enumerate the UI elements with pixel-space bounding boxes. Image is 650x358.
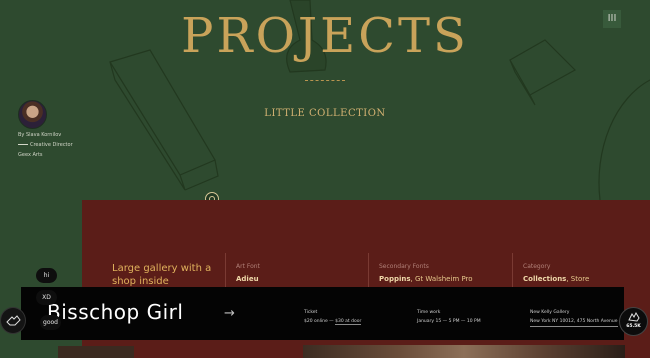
tag-xd[interactable]: XD <box>36 290 57 305</box>
tag-hi[interactable]: hi <box>36 268 57 283</box>
like-count: 65.5K <box>626 324 641 329</box>
role-dash <box>18 144 28 145</box>
category-value-main: Collections <box>523 275 567 283</box>
category-label: Category <box>523 263 551 270</box>
project-name[interactable]: Bisschop Girl <box>47 300 183 324</box>
tag-good[interactable]: good <box>40 315 61 330</box>
ticket-label: Ticket <box>304 310 318 315</box>
ticket-value: $20 online — $30 at door <box>304 317 362 326</box>
ticket-door-link[interactable]: $30 at door <box>335 319 362 325</box>
ticket-info: Ticket $20 online — $30 at door <box>304 308 362 326</box>
art-font-value-main: Adieu <box>236 275 259 283</box>
gallery-address[interactable]: New York NY 10012, 475 North Avenue <box>530 317 618 327</box>
category-value-rest: , Store <box>566 275 590 283</box>
author-info: By Slava Kornilov Creative Director Geex… <box>18 130 73 160</box>
author-name: By Slava Kornilov <box>18 132 62 138</box>
art-font-label: Art Font <box>236 263 260 270</box>
author-company[interactable]: Geex Arts <box>18 150 73 160</box>
bars-icon: III <box>607 13 617 24</box>
menu-button[interactable]: III <box>603 10 621 28</box>
secondary-fonts-value-rest: , Gt Walsheim Pro <box>410 275 473 283</box>
secondary-fonts-label: Secondary Fonts <box>379 263 429 270</box>
hand-like-icon <box>628 311 640 322</box>
right-arc-outline <box>598 79 650 201</box>
project-thumbnail-left <box>58 346 134 358</box>
arrow-right-icon[interactable]: → <box>224 306 235 321</box>
art-font-value: Adieu <box>236 275 259 283</box>
author-role-row: Creative Director <box>18 140 73 150</box>
time-info: Time work January 15 — 5 PM — 10 PM <box>417 308 481 326</box>
gallery-info: New Kelly Gallery New York NY 10012, 475… <box>530 308 618 327</box>
gallery-label: New Kelly Gallery <box>530 310 570 315</box>
ticket-online: $20 online <box>304 319 328 324</box>
secondary-fonts-value: Poppins, Gt Walsheim Pro <box>379 275 473 283</box>
hand-icon <box>6 315 21 326</box>
title-divider <box>305 80 345 81</box>
author-role: Creative Director <box>30 142 73 148</box>
project-heading: Large gallery with a shop inside <box>112 263 212 287</box>
page-title: PROJECTS <box>181 8 469 64</box>
time-label: Time work <box>417 310 441 315</box>
left-crate-outline <box>109 49 219 191</box>
page-subtitle: LITTLE COLLECTION <box>264 108 386 119</box>
author-avatar[interactable] <box>18 100 47 129</box>
prev-button[interactable] <box>0 307 26 334</box>
category-value: Collections, Store <box>523 275 589 283</box>
like-button[interactable]: 65.5K <box>619 307 648 336</box>
project-thumbnail-right <box>303 345 625 358</box>
secondary-fonts-value-main: Poppins <box>379 275 411 283</box>
time-value: January 15 — 5 PM — 10 PM <box>417 319 481 324</box>
